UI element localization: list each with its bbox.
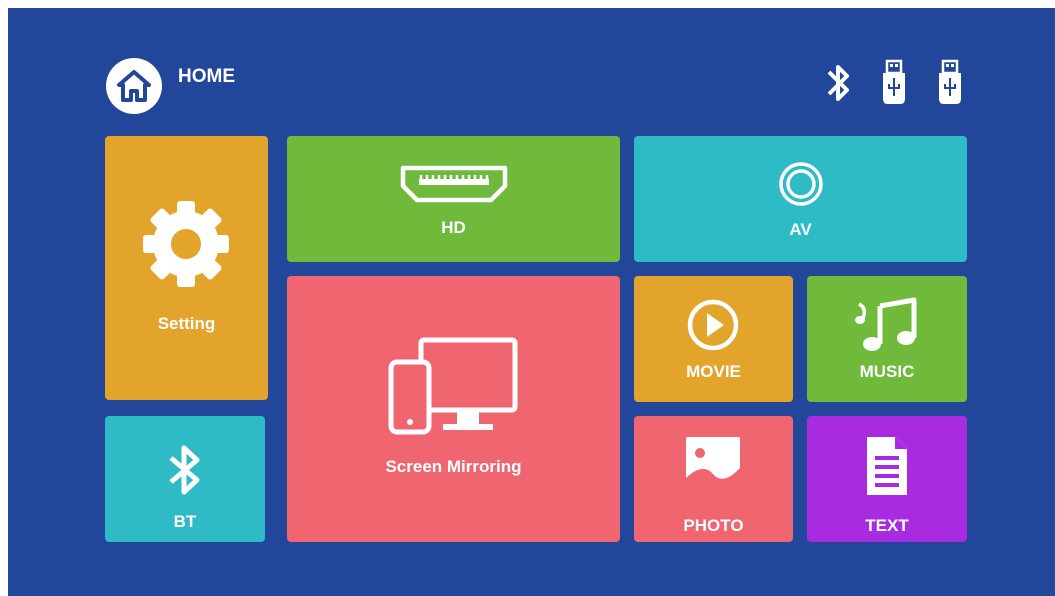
- document-icon: [867, 437, 907, 495]
- screen-mirroring-tile[interactable]: Screen Mirroring: [287, 276, 620, 542]
- movie-tile[interactable]: MOVIE: [634, 276, 793, 402]
- av-label: AV: [789, 220, 812, 239]
- hdmi-port-icon: [400, 165, 508, 203]
- usb-drive-icon: [878, 58, 910, 113]
- hd-tile[interactable]: HD: [287, 136, 620, 262]
- music-label: MUSIC: [859, 362, 915, 381]
- av-tile[interactable]: AV: [634, 136, 967, 262]
- bt-tile[interactable]: BT: [105, 416, 265, 542]
- setting-label: Setting: [157, 314, 216, 333]
- movie-label: MOVIE: [686, 362, 741, 381]
- screen-mirroring-label: Screen Mirroring: [385, 457, 522, 476]
- photo-icon: [686, 437, 740, 493]
- usb-drive-icon: [934, 58, 966, 113]
- home-label: HOME: [178, 66, 235, 87]
- bluetooth-status-icon: [823, 58, 853, 113]
- play-icon: [687, 299, 739, 351]
- photo-tile[interactable]: PHOTO: [634, 416, 793, 542]
- bt-label: BT: [173, 512, 197, 531]
- music-tile[interactable]: MUSIC: [807, 276, 967, 402]
- home-screen: HOME Setting HD AV Screen Mirroring MOVI…: [8, 8, 1055, 596]
- av-ring-icon: [779, 162, 823, 206]
- phone-monitor-icon: [388, 337, 518, 435]
- bluetooth-icon: [169, 445, 200, 495]
- text-tile[interactable]: TEXT: [807, 416, 967, 542]
- hd-label: HD: [441, 218, 466, 237]
- gear-icon: [143, 201, 229, 287]
- setting-tile[interactable]: Setting: [105, 136, 268, 400]
- photo-label: PHOTO: [683, 516, 744, 535]
- text-label: TEXT: [865, 516, 909, 535]
- music-note-icon: [855, 297, 917, 351]
- home-icon[interactable]: [106, 58, 162, 114]
